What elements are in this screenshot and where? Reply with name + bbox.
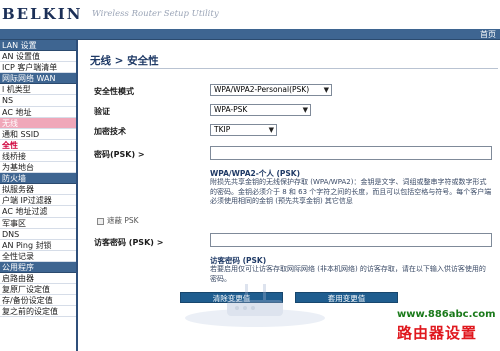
sidebar-item[interactable]: AC 地址	[0, 107, 76, 118]
watermark-router-graphic	[185, 284, 325, 327]
security-mode-select[interactable]: WPA/WPA2-Personal(PSK) ▼	[210, 84, 332, 96]
sidebar-section-header: 无线	[0, 117, 76, 129]
title-divider	[90, 68, 498, 69]
sidebar-item[interactable]: 全性记录	[0, 251, 76, 262]
sidebar-item[interactable]: DNS	[0, 229, 76, 240]
router-setup-page: BELKIN Wireless Router Setup Utility 首页 …	[0, 0, 500, 351]
watermark-text: 路由器设置	[397, 324, 478, 342]
sidebar-item[interactable]: 复原厂设定值	[0, 284, 76, 296]
password-label: 密码(PSK) >	[94, 150, 145, 159]
sidebar-section-header: 防火墙	[0, 173, 76, 185]
sidebar-item[interactable]: NS	[0, 95, 76, 107]
sidebar-section-header: 网际网络 WAN	[0, 73, 76, 85]
auth-label: 验证	[94, 107, 110, 116]
sidebar: LAN 设置 AN 设置值 ICP 客户端清单 网际网络 WAN l 机类型 NS AC 地…	[0, 40, 78, 351]
watermark-url: www.886abc.com	[397, 309, 496, 320]
sidebar-item[interactable]: ICP 客户端清单	[0, 62, 76, 74]
sidebar-item[interactable]: 存/备份设定值	[0, 295, 76, 307]
auth-value: WPA-PSK	[214, 105, 248, 114]
dropdown-arrow-icon: ▼	[323, 86, 329, 94]
sidebar-item[interactable]: AN 设置值	[0, 51, 76, 63]
brand-logo: BELKIN	[2, 5, 83, 23]
sidebar-item[interactable]: 户端 IP过滤器	[0, 195, 76, 207]
encryption-value: TKIP	[214, 125, 231, 134]
sidebar-item[interactable]: AC 地址过滤	[0, 206, 76, 218]
sidebar-item[interactable]: l 机类型	[0, 84, 76, 96]
encryption-label: 加密技术	[94, 127, 126, 136]
sidebar-item[interactable]: 军事区	[0, 218, 76, 229]
mask-psk-label: 遮蔽 PSK	[107, 216, 139, 225]
dropdown-arrow-icon: ▼	[268, 126, 274, 134]
encryption-select[interactable]: TKIP ▼	[210, 124, 277, 136]
tagline: Wireless Router Setup Utility	[92, 9, 219, 19]
header: BELKIN Wireless Router Setup Utility	[0, 0, 500, 30]
security-mode-label: 安全性模式	[94, 87, 134, 96]
guest-password-label: 访客密码 (PSK) >	[94, 238, 164, 247]
page-title: 无线 > 安全性	[90, 55, 159, 67]
guest-password-input[interactable]	[210, 233, 492, 247]
sidebar-item[interactable]: 复之前的设定值	[0, 306, 76, 318]
sidebar-item[interactable]: AN Ping 封锁	[0, 240, 76, 251]
sidebar-item[interactable]: 拟服务器	[0, 184, 76, 196]
sidebar-item[interactable]: 启路由器	[0, 273, 76, 285]
sidebar-item[interactable]: 线桥接	[0, 151, 76, 163]
password-input[interactable]	[210, 146, 492, 160]
mask-psk-checkbox[interactable]	[97, 217, 104, 225]
sidebar-item[interactable]: 为基地台	[0, 162, 76, 174]
sidebar-item[interactable]: 全性	[0, 139, 76, 151]
sidebar-section-header: LAN 设置	[0, 40, 76, 52]
sidebar-section-header: 公用程序	[0, 261, 76, 273]
top-nav-bar: 首页	[0, 29, 500, 40]
security-mode-value: WPA/WPA2-Personal(PSK)	[214, 85, 310, 94]
home-link[interactable]: 首页	[480, 29, 496, 40]
auth-select[interactable]: WPA-PSK ▼	[210, 104, 311, 116]
dropdown-arrow-icon: ▼	[302, 106, 308, 114]
mask-psk-row: 遮蔽 PSK	[97, 215, 139, 226]
wpa-help-text: 附损先共享金钥的无线保护存取 (WPA/WPA2)：金钥是文字、词组或整串字符或…	[210, 178, 492, 205]
sidebar-item[interactable]: 通和 SSID	[0, 129, 76, 140]
